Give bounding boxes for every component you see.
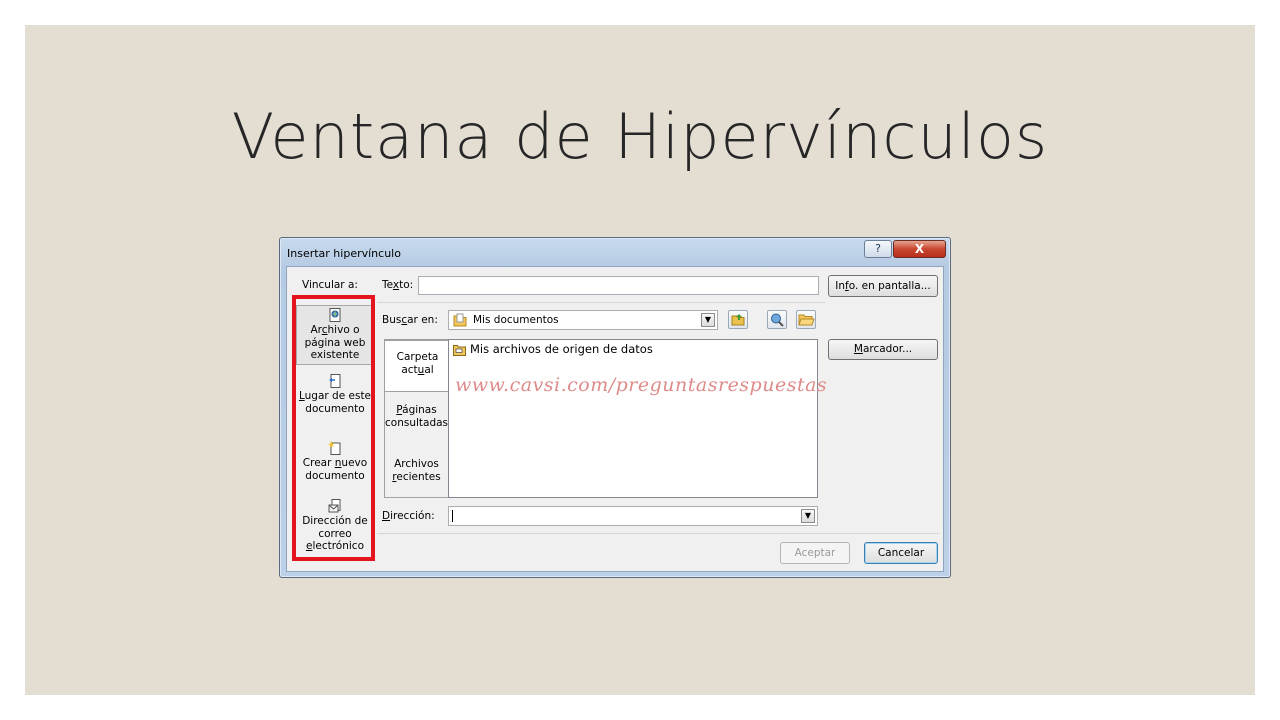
buscar-en-value: Mis documentos [473, 314, 559, 326]
help-button[interactable]: ? [864, 240, 892, 258]
folder-icon [453, 345, 466, 356]
text-cursor [452, 510, 453, 522]
close-button[interactable]: X [893, 240, 946, 258]
insert-hyperlink-dialog: Insertar hipervínculo ? X Vincular a: Te… [279, 237, 951, 578]
info-pantalla-button[interactable]: Info. en pantalla... [828, 275, 938, 297]
tab-archivos-recientes[interactable]: Archivos recientes [385, 458, 448, 484]
chevron-down-icon[interactable]: ▼ [801, 509, 815, 523]
cancelar-button[interactable]: Cancelar [864, 542, 938, 564]
texto-label: Texto: [382, 279, 414, 291]
direccion-input[interactable]: ▼ [448, 506, 818, 526]
dialog-body: Vincular a: Texto: Info. en pantalla... … [286, 266, 944, 572]
separator [377, 533, 939, 534]
marcador-button[interactable]: Marcador... [828, 339, 938, 360]
web-search-icon[interactable] [767, 310, 787, 329]
browse-folder-icon[interactable] [796, 310, 816, 329]
buscar-en-label: Buscar en: [382, 314, 438, 326]
folder-icon [453, 313, 467, 327]
chevron-down-icon[interactable]: ▼ [701, 313, 715, 327]
sub-tab-strip: Carpeta actual Páginas consultadas Archivo… [384, 339, 450, 498]
watermark-text: www.cavsi.com/preguntasrespuestas [455, 374, 828, 396]
texto-input[interactable] [418, 276, 819, 295]
highlight-box [292, 295, 375, 561]
direccion-label: Dirección: [382, 510, 435, 522]
dialog-title: Insertar hipervínculo [287, 247, 401, 260]
tab-paginas-consultadas[interactable]: Páginas consultadas [385, 404, 448, 430]
folder-up-icon[interactable] [728, 310, 748, 329]
separator [377, 302, 825, 303]
slide-title: Ventana de Hipervínculos [231, 100, 1049, 173]
file-list[interactable]: Mis archivos de origen de datos www.cavs… [448, 339, 827, 498]
buscar-en-dropdown[interactable]: Mis documentos ▼ [448, 310, 718, 330]
list-item-label: Mis archivos de origen de datos [470, 342, 653, 356]
aceptar-button[interactable]: Aceptar [780, 542, 850, 564]
tab-carpeta-actual[interactable]: Carpeta actual [384, 340, 450, 392]
